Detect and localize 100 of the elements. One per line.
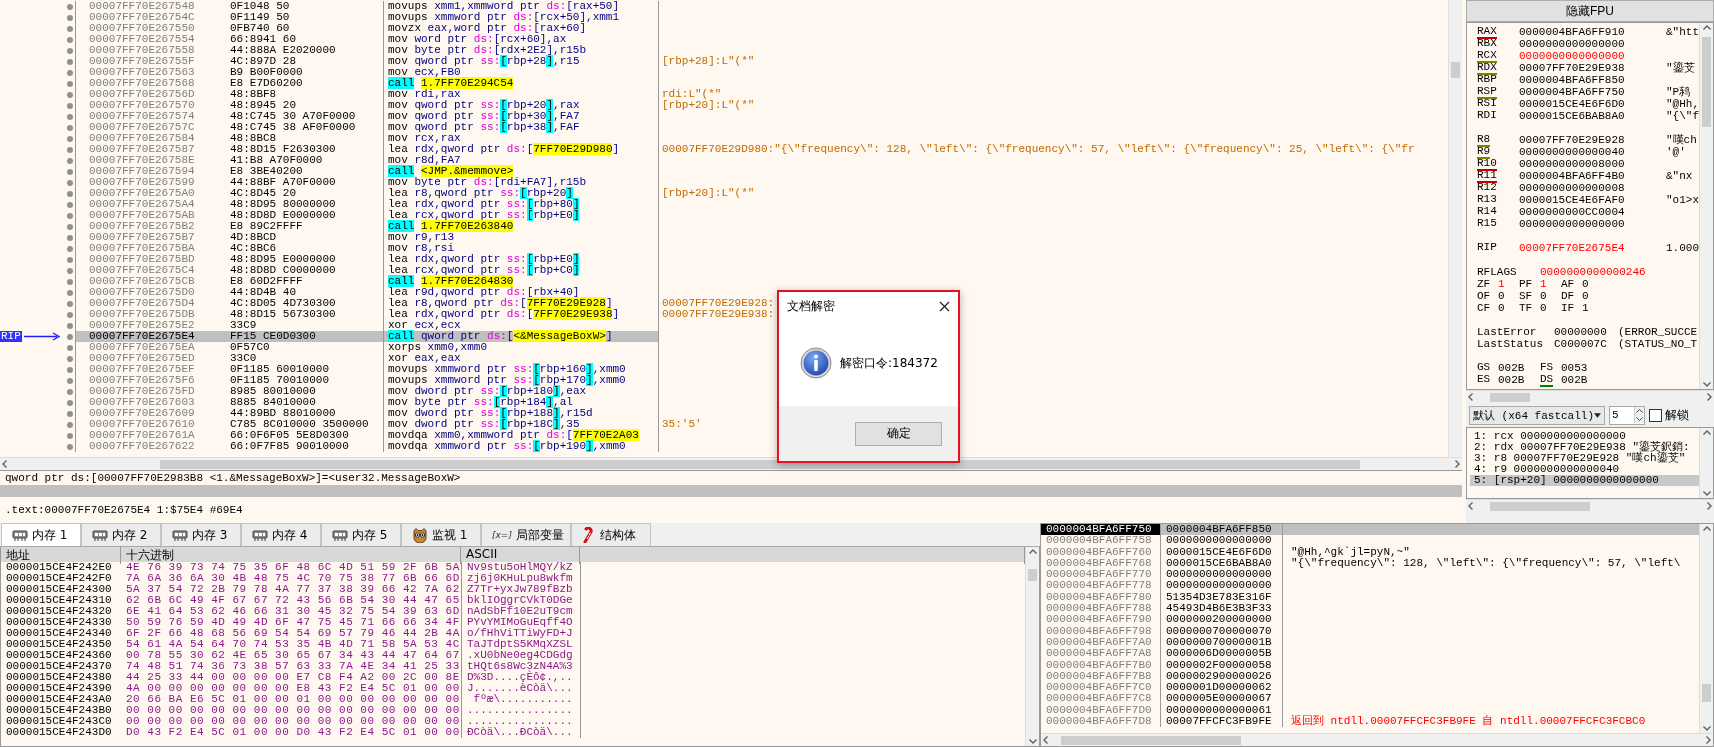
address-cell[interactable]: 00007FF70E267558	[76, 45, 230, 56]
address-cell[interactable]: 00007FF70E2675BD	[76, 254, 230, 265]
breakpoint-marker[interactable]	[66, 388, 73, 395]
stack-address[interactable]: 0000004BFA6FF7D8	[1041, 716, 1161, 728]
stack-address[interactable]: 0000004BFA6FF790	[1041, 614, 1161, 626]
memory-tab[interactable]: 内存 3	[161, 523, 241, 546]
breakpoint-marker[interactable]	[66, 223, 73, 230]
address-cell[interactable]: 00007FF70E267584	[76, 133, 230, 144]
scroll-thumb[interactable]	[1490, 392, 1530, 402]
breakpoint-marker[interactable]	[66, 234, 73, 241]
breakpoint-marker[interactable]	[66, 36, 73, 43]
stack-address[interactable]: 0000004BFA6FF750	[1041, 524, 1161, 536]
breakpoint-marker[interactable]	[66, 267, 73, 274]
breakpoint-marker[interactable]	[66, 179, 73, 186]
breakpoint-marker[interactable]	[66, 69, 73, 76]
breakpoint-marker[interactable]	[66, 278, 73, 285]
lock-checkbox[interactable]	[1649, 408, 1662, 422]
breakpoint-marker[interactable]	[66, 410, 73, 417]
breakpoint-marker[interactable]	[66, 432, 73, 439]
horizontal-scrollbar[interactable]	[1466, 390, 1714, 403]
breakpoint-marker[interactable]	[66, 256, 73, 263]
register-name[interactable]: ES	[1477, 374, 1491, 387]
address-cell[interactable]: 00007FF70E267599	[76, 177, 230, 188]
flag-value[interactable]: 1	[1582, 302, 1603, 314]
address-cell[interactable]: 00007FF70E2675AB	[76, 210, 230, 221]
flag-name[interactable]: IF	[1561, 302, 1582, 314]
stack-address[interactable]: 0000004BFA6FF7A8	[1041, 648, 1161, 660]
address-cell[interactable]: 00007FF70E267570	[76, 100, 230, 111]
stack-address[interactable]: 0000004BFA6FF798	[1041, 625, 1161, 637]
memory-tab[interactable]: 内存 5	[321, 523, 401, 546]
address-cell[interactable]: 00007FF70E26755F	[76, 56, 230, 67]
ok-button[interactable]: 确定	[855, 421, 942, 446]
breakpoint-marker[interactable]	[66, 113, 73, 120]
register-value[interactable]: 0000004BFA6FF750	[1519, 86, 1666, 99]
breakpoint-marker[interactable]	[66, 333, 73, 340]
address-cell[interactable]: 00007FF70E267622	[76, 441, 230, 452]
memory-tab[interactable]: 内存 4	[241, 523, 321, 546]
argument-row[interactable]: 5: [rsp+20] 0000000000000000	[1470, 475, 1699, 486]
address-cell[interactable]: 00007FF70E26756D	[76, 89, 230, 100]
address-cell[interactable]: 00007FF70E267609	[76, 408, 230, 419]
breakpoint-marker[interactable]	[66, 322, 73, 329]
register-name[interactable]: FS	[1540, 362, 1554, 375]
address-cell[interactable]: 00007FF70E26754C	[76, 12, 230, 23]
stack-address[interactable]: 0000004BFA6FF778	[1041, 580, 1161, 592]
breakpoint-marker[interactable]	[66, 91, 73, 98]
stack-address[interactable]: 0000004BFA6FF780	[1041, 591, 1161, 604]
flag-value[interactable]: 0	[1540, 302, 1561, 314]
address-cell[interactable]: 00007FF70E2675B7	[76, 232, 230, 243]
flag-name[interactable]: OF	[1477, 290, 1498, 302]
breakpoint-marker[interactable]	[66, 311, 73, 318]
scroll-thumb[interactable]	[1702, 684, 1711, 702]
address-cell[interactable]: 00007FF70E2675D0	[76, 287, 230, 298]
flag-value[interactable]: 0	[1498, 302, 1519, 314]
register-name[interactable]: RDX	[1477, 62, 1497, 75]
address-cell[interactable]: 00007FF70E2675FD	[76, 386, 230, 397]
address-cell[interactable]: 00007FF70E2675E2	[76, 320, 230, 331]
register-name[interactable]: R14	[1477, 206, 1497, 219]
register-name[interactable]: RSP	[1477, 86, 1497, 99]
hide-fpu-button[interactable]: 隐藏FPU	[1466, 0, 1714, 22]
argument-row[interactable]: 1: rcx 0000000000000000	[1470, 431, 1699, 442]
address-cell[interactable]: 00007FF70E2675E4	[76, 331, 230, 342]
breakpoint-marker[interactable]	[66, 366, 73, 373]
address-cell[interactable]: 00007FF70E2675EA	[76, 342, 230, 353]
register-value[interactable]: 00007FF70E29E928	[1519, 134, 1666, 147]
stack-address[interactable]: 0000004BFA6FF770	[1041, 569, 1161, 581]
stack-address[interactable]: 0000004BFA6FF768	[1041, 557, 1161, 570]
address-cell[interactable]: 00007FF70E2675CB	[76, 276, 230, 287]
flag-value[interactable]: 0	[1582, 278, 1603, 290]
breakpoint-marker[interactable]	[66, 377, 73, 384]
address-cell[interactable]: 00007FF70E2675BA	[76, 243, 230, 254]
breakpoint-marker[interactable]	[66, 102, 73, 109]
breakpoint-marker[interactable]	[66, 124, 73, 131]
register-value[interactable]: 0000000000CC0004	[1519, 206, 1666, 219]
register-value[interactable]: 0053	[1561, 362, 1603, 375]
address-cell[interactable]: 00007FF70E267563	[76, 67, 230, 78]
breakpoint-marker[interactable]	[66, 355, 73, 362]
address-cell[interactable]: 00007FF70E267550	[76, 23, 230, 34]
address-cell[interactable]: 00007FF70E267603	[76, 397, 230, 408]
memory-tab[interactable]: [x=] 局部变量	[481, 523, 571, 546]
register-name[interactable]: DS	[1540, 374, 1554, 387]
scroll-thumb[interactable]	[1028, 569, 1037, 581]
stack-address[interactable]: 0000004BFA6FF7A0	[1041, 636, 1161, 649]
register-value[interactable]: 00007FF70E2675E4	[1519, 242, 1666, 255]
register-value[interactable]: 0000004BFA6FF850	[1519, 74, 1666, 87]
register-value[interactable]: 0000000000000008	[1519, 182, 1666, 195]
flag-name[interactable]: SF	[1519, 290, 1540, 302]
breakpoint-marker[interactable]	[66, 25, 73, 32]
column-header[interactable]: 地址	[1, 547, 121, 564]
stack-address[interactable]: 0000004BFA6FF760	[1041, 546, 1161, 558]
address-cell[interactable]: 00007FF70E2675D4	[76, 298, 230, 309]
flag-value[interactable]: 0	[1540, 290, 1561, 302]
address-cell[interactable]: 00007FF70E2675B2	[76, 221, 230, 232]
stack-address[interactable]: 0000004BFA6FF7C8	[1041, 693, 1161, 705]
memory-tab[interactable]: 结构体	[570, 523, 651, 546]
register-name[interactable]: RIP	[1477, 242, 1497, 255]
breakpoint-marker[interactable]	[66, 47, 73, 54]
address-cell[interactable]: 00007FF70E26758E	[76, 155, 230, 166]
close-icon[interactable]	[939, 300, 950, 312]
flag-value[interactable]: 0	[1582, 290, 1603, 302]
argument-row[interactable]: 2: rdx 00007FF70E29E938 "鎏芠鈬銷:	[1470, 442, 1699, 453]
